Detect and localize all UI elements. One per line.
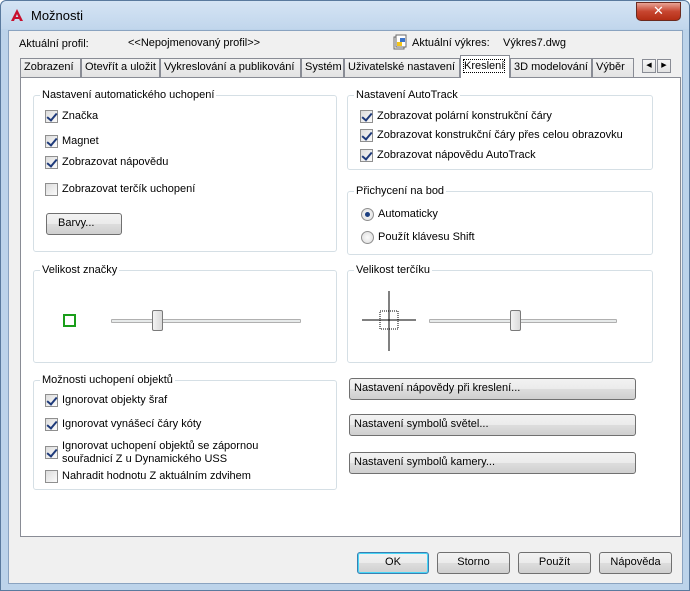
checkbox-label: Zobrazovat polární konstrukční čáry — [377, 110, 552, 122]
aperture-size-preview — [362, 291, 416, 351]
group-title: Nastavení automatického uchopení — [40, 89, 217, 101]
checkbox-box[interactable] — [45, 183, 58, 196]
radio-circle[interactable] — [361, 231, 374, 244]
checkbox-label-line2: souřadnicí Z u Dynamického USS — [62, 453, 228, 465]
button-label: Nastavení symbolů světel... — [354, 418, 489, 430]
checkbox-box[interactable] — [45, 418, 58, 431]
checkbox-label: Zobrazovat nápovědu — [62, 156, 169, 168]
drafting-tab-panel: Nastavení automatického uchopení Značka … — [20, 77, 681, 537]
checkbox-label: Ignorovat uchopení objektů se zápornou — [62, 440, 259, 452]
radio-circle[interactable] — [361, 208, 374, 221]
checkbox-label: Nahradit hodnotu Z aktuálním zdvihem — [62, 470, 251, 482]
checkbox-box[interactable] — [45, 446, 58, 459]
tab-label: Vykreslování a publikování — [164, 61, 295, 73]
group-title: Velikost značky — [40, 264, 120, 276]
checkbox-label: Zobrazovat terčík uchopení — [62, 183, 196, 195]
radio-label: Automaticky — [378, 208, 438, 220]
group-title: Přichycení na bod — [354, 185, 447, 197]
checkbox-box[interactable] — [360, 129, 373, 142]
title-bar[interactable]: Možnosti ✕ — [1, 1, 689, 29]
button-label: Nastavení symbolů kamery... — [354, 456, 496, 468]
aperture-size-slider-thumb[interactable] — [510, 310, 521, 331]
tab-label: Systém — [305, 61, 342, 73]
lights-glyph-settings-button[interactable]: Nastavení symbolů světel... — [349, 414, 636, 436]
checkbox-box[interactable] — [45, 470, 58, 483]
group-title: Velikost terčíku — [354, 264, 432, 276]
checkbox-label: Ignorovat vynášecí čáry kóty — [62, 418, 202, 430]
button-label: Barvy... — [58, 217, 95, 229]
current-profile-label: Aktuální profil: — [19, 38, 89, 50]
checkbox-box[interactable] — [360, 149, 373, 162]
tab-scroll-left-icon[interactable]: ◀ — [642, 59, 656, 73]
button-label: OK — [385, 556, 401, 568]
checkbox-label: Zobrazovat konstrukční čáry přes celou o… — [377, 129, 623, 141]
autotrack-settings-group: Nastavení AutoTrack Zobrazovat polární k… — [347, 89, 653, 170]
checkbox-label: Zobrazovat nápovědu AutoTrack — [377, 149, 536, 161]
tab-label: Zobrazení — [24, 61, 74, 73]
apply-button[interactable]: Použít — [518, 552, 591, 574]
tab-label: Kreslení — [462, 59, 506, 73]
button-label: Použít — [538, 556, 571, 568]
autosnap-settings-group: Nastavení automatického uchopení Značka … — [33, 89, 337, 252]
close-button[interactable]: ✕ — [636, 2, 681, 21]
marker-size-slider-thumb[interactable] — [152, 310, 163, 331]
checkbox-label: Značka — [62, 110, 99, 122]
radio-label: Použít klávesu Shift — [378, 231, 475, 243]
tab-label: 3D modelování — [514, 61, 588, 73]
colors-button[interactable]: Barvy... — [46, 213, 122, 235]
aperture-size-slider-track[interactable] — [429, 319, 617, 323]
tab-drafting[interactable]: Kreslení — [460, 55, 510, 78]
group-title: Nastavení AutoTrack — [354, 89, 460, 101]
button-label: Nápověda — [610, 556, 661, 568]
aperture-size-group: Velikost terčíku — [347, 264, 653, 363]
tab-selection[interactable]: Výběr — [592, 58, 634, 77]
tab-plot-publish[interactable]: Vykreslování a publikování — [160, 58, 301, 77]
object-snap-options-group: Možnosti uchopení objektů Ignorovat obje… — [33, 374, 337, 490]
autocad-logo-icon — [11, 9, 23, 21]
alignment-acquisition-group: Přichycení na bod Automaticky Použít klá… — [347, 185, 653, 255]
ok-button[interactable]: OK — [357, 552, 429, 574]
current-drawing-label: Aktuální výkres: — [412, 37, 490, 49]
tab-label: Uživatelské nastavení — [348, 61, 455, 73]
tab-open-save[interactable]: Otevřít a uložit — [81, 58, 160, 77]
tab-user-preferences[interactable]: Uživatelské nastavení — [344, 58, 460, 77]
tab-label: Otevřít a uložit — [85, 61, 156, 73]
marker-size-preview — [63, 314, 76, 327]
cancel-button[interactable]: Storno — [437, 552, 510, 574]
window-title: Možnosti — [31, 8, 84, 23]
current-profile-value: <<Nepojmenovaný profil>> — [128, 37, 261, 49]
camera-glyph-settings-button[interactable]: Nastavení symbolů kamery... — [349, 452, 636, 474]
checkbox-label: Ignorovat objekty šraf — [62, 394, 168, 406]
drawing-file-icon — [393, 34, 407, 50]
drafting-tooltip-settings-button[interactable]: Nastavení nápovědy při kreslení... — [349, 378, 636, 400]
checkbox-label: Magnet — [62, 135, 99, 147]
checkbox-box[interactable] — [45, 135, 58, 148]
tab-scroll-right-icon[interactable]: ▶ — [657, 59, 671, 73]
button-label: Nastavení nápovědy při kreslení... — [354, 382, 521, 394]
checkbox-box[interactable] — [45, 156, 58, 169]
tab-system[interactable]: Systém — [301, 58, 344, 77]
tab-3d-modeling[interactable]: 3D modelování — [510, 58, 592, 77]
tab-display[interactable]: Zobrazení — [20, 58, 81, 77]
tab-label: Výběr — [596, 61, 625, 73]
marker-size-group: Velikost značky — [33, 264, 337, 363]
checkbox-box[interactable] — [45, 110, 58, 123]
checkbox-box[interactable] — [360, 110, 373, 123]
group-title: Možnosti uchopení objektů — [40, 374, 175, 386]
checkbox-box[interactable] — [45, 394, 58, 407]
button-label: Storno — [457, 556, 490, 568]
current-drawing-value: Výkres7.dwg — [503, 37, 566, 49]
help-button[interactable]: Nápověda — [599, 552, 672, 574]
marker-size-slider-track[interactable] — [111, 319, 301, 323]
